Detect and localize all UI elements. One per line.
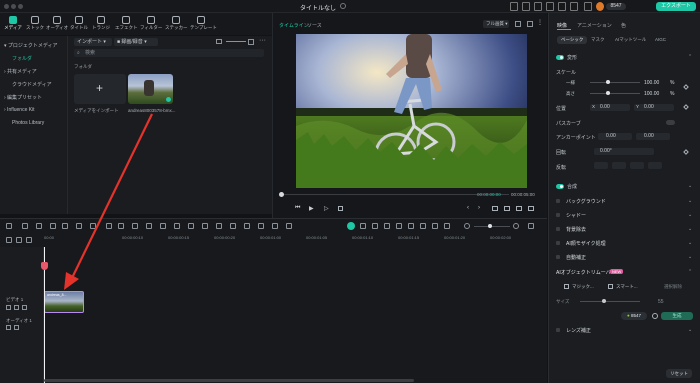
arrow-shaft (71, 113, 153, 279)
arrow-head (64, 272, 79, 290)
annotation-arrow (64, 113, 153, 290)
